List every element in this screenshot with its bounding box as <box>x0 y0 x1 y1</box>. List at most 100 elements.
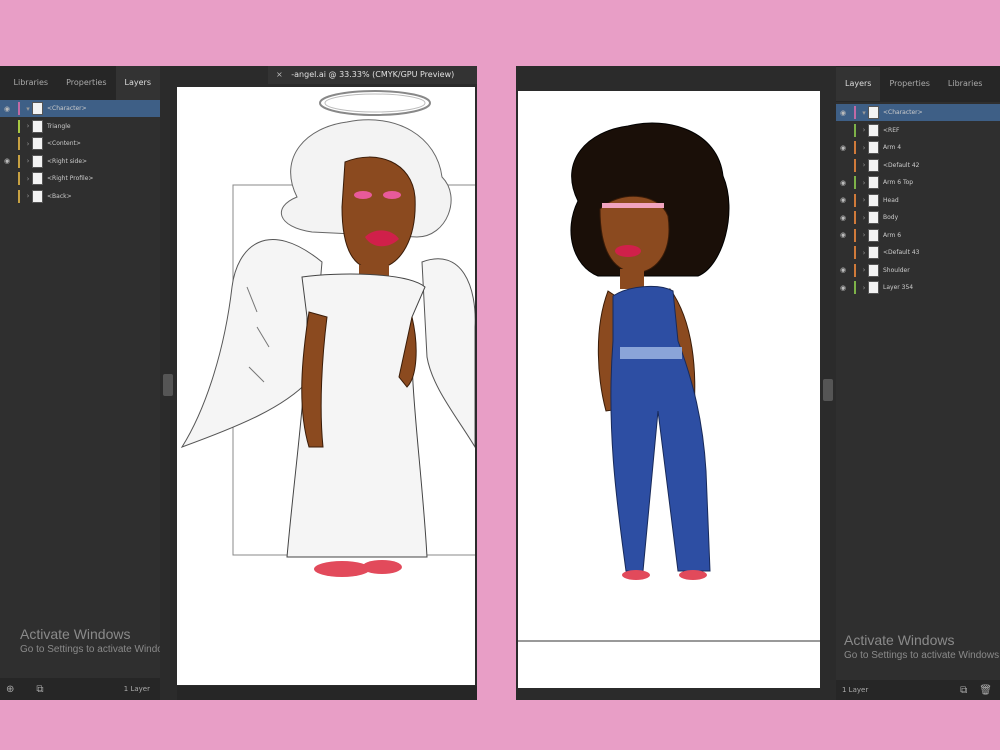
layer-row[interactable]: ◉ › Head <box>836 192 1000 209</box>
layer-thumbnail <box>32 172 43 185</box>
layer-name: <Right Profile> <box>47 175 94 182</box>
layer-row[interactable]: ◉ › <Right side> <box>0 153 160 170</box>
chevron-right-icon[interactable]: › <box>860 249 868 257</box>
eye-icon[interactable]: ◉ <box>836 266 850 274</box>
layer-row[interactable]: › Triangle <box>0 118 160 135</box>
chevron-right-icon[interactable]: › <box>860 196 868 204</box>
tab-properties[interactable]: Properties <box>57 66 115 100</box>
chevron-right-icon[interactable]: › <box>860 266 868 274</box>
layer-thumbnail <box>868 281 879 294</box>
chevron-down-icon[interactable]: ▾ <box>24 105 32 113</box>
layer-name: Shoulder <box>883 266 910 274</box>
eye-icon[interactable]: ◉ <box>836 214 850 222</box>
layer-row[interactable]: ◉ › Body <box>836 209 1000 226</box>
layer-thumbnail <box>868 158 879 172</box>
eye-icon[interactable]: ◉ <box>0 105 14 113</box>
trash-icon[interactable]: 🗑 <box>979 685 992 696</box>
left-panel-collapse-handle[interactable] <box>163 374 173 396</box>
left-app-window: Libraries Properties Layers ◉ ▾ <Character… <box>0 66 477 700</box>
eye-icon[interactable]: ◉ <box>0 157 14 165</box>
duplicate-icon[interactable]: ⧉ <box>36 684 43 695</box>
layer-color-swatch <box>18 119 20 133</box>
watermark-title: Activate Windows <box>20 626 131 642</box>
watermark-subtitle: Go to Settings to activate Windows. <box>20 644 160 655</box>
chevron-right-icon[interactable]: › <box>860 231 868 239</box>
chevron-right-icon[interactable]: › <box>860 161 868 169</box>
chevron-right-icon[interactable]: › <box>860 126 868 134</box>
layer-thumbnail <box>868 123 879 137</box>
layer-row[interactable]: ◉ › Arm 4 <box>836 139 1000 156</box>
tab-properties[interactable]: Properties <box>880 67 938 101</box>
layer-thumbnail <box>868 246 879 259</box>
left-layer-list: ◉ ▾ <Character> › Triangle › <Content> ◉ › <Right… <box>0 100 160 210</box>
chevron-right-icon[interactable]: › <box>24 192 32 200</box>
angel-character-drawing <box>180 90 477 577</box>
layer-row[interactable]: › <REF <box>836 122 1000 139</box>
layer-name: Arm 6 Top <box>883 179 914 186</box>
close-tab-icon[interactable]: × <box>276 70 283 79</box>
layers-count: 1 Layer <box>842 686 869 694</box>
layer-thumbnail <box>868 263 879 277</box>
eye-icon[interactable]: ◉ <box>836 284 850 292</box>
layer-row[interactable]: › <Default 42 <box>836 157 1000 174</box>
document-tab-title: -angel.ai @ 33.33% (CMYK/GPU Preview) <box>291 70 455 79</box>
left-canvas-hscrollbar[interactable] <box>177 686 477 700</box>
layer-row[interactable]: ◉ › Arm 6 <box>836 227 1000 244</box>
document-tab[interactable]: × -angel.ai @ 33.33% (CMYK/GPU Preview) <box>268 66 477 84</box>
eye-icon[interactable]: ◉ <box>836 179 850 187</box>
eye-icon[interactable]: ◉ <box>836 144 850 152</box>
chevron-right-icon[interactable]: › <box>24 175 32 183</box>
activate-windows-watermark: Activate Windows Go to Settings to activ… <box>20 626 160 655</box>
chevron-right-icon[interactable]: › <box>860 214 868 222</box>
new-layer-icon[interactable]: ⧉ <box>960 685 967 696</box>
right-panel-collapse-handle[interactable] <box>823 379 833 401</box>
chevron-right-icon[interactable]: › <box>24 157 32 165</box>
layer-color-swatch <box>18 137 20 150</box>
layer-color-swatch <box>854 123 856 137</box>
left-layers-panel: Libraries Properties Layers ◉ ▾ <Character… <box>0 66 160 700</box>
watermark-title: Activate Windows <box>844 632 955 648</box>
layer-color-swatch <box>854 246 856 259</box>
layer-row[interactable]: ◉ › Layer 354 <box>836 279 1000 296</box>
chevron-right-icon[interactable]: › <box>860 284 868 292</box>
right-layers-panel: Layers Properties Libraries ◉ ▾ <Character… <box>836 66 1000 700</box>
layer-name: <Default 43 <box>883 249 920 256</box>
woman-artboard[interactable] <box>518 91 820 688</box>
layer-row[interactable]: ◉ ▾ <Character> <box>0 100 160 117</box>
layer-row[interactable]: ◉ › Arm 6 Top <box>836 174 1000 191</box>
layer-color-swatch <box>854 228 856 242</box>
layer-row[interactable]: › <Content> <box>0 135 160 152</box>
layer-color-swatch <box>854 106 856 119</box>
eye-icon[interactable]: ◉ <box>836 109 850 117</box>
chevron-right-icon[interactable]: › <box>860 144 868 152</box>
chevron-right-icon[interactable]: › <box>24 122 32 130</box>
new-layer-icon[interactable]: ⊕ <box>6 684 14 695</box>
chevron-right-icon[interactable]: › <box>860 179 868 187</box>
right-layers-statusbar: 1 Layer ⧉ 🗑 <box>836 680 1000 700</box>
layer-row[interactable]: › <Right Profile> <box>0 170 160 187</box>
tab-layers[interactable]: Layers <box>115 66 160 100</box>
chevron-down-icon[interactable]: ▾ <box>860 109 868 117</box>
eye-icon[interactable]: ◉ <box>836 196 850 204</box>
layer-row[interactable]: ◉ ▾ <Character> <box>836 104 1000 121</box>
layer-color-swatch <box>18 189 20 203</box>
chevron-right-icon[interactable]: › <box>24 140 32 148</box>
eye-icon[interactable]: ◉ <box>836 231 850 239</box>
layer-name: Layer 354 <box>883 284 914 291</box>
layer-name: <Back> <box>47 192 72 200</box>
layer-name: Head <box>883 196 899 204</box>
tab-layers[interactable]: Layers <box>836 67 881 101</box>
layer-thumbnail <box>32 154 43 168</box>
layer-color-swatch <box>854 263 856 277</box>
layer-color-swatch <box>854 158 856 172</box>
layer-row[interactable]: › <Back> <box>0 188 160 205</box>
tab-libraries[interactable]: Libraries <box>5 66 58 100</box>
angel-artboard[interactable] <box>177 87 477 685</box>
layer-row[interactable]: › <Default 43 <box>836 244 1000 261</box>
layer-name: <Character> <box>47 105 87 112</box>
layer-row[interactable]: ◉ › Shoulder <box>836 262 1000 279</box>
activate-windows-watermark: Activate Windows Go to Settings to activ… <box>844 632 1000 661</box>
layer-name: <Character> <box>883 109 923 116</box>
watermark-subtitle: Go to Settings to activate Windows. <box>844 650 1000 661</box>
tab-libraries[interactable]: Libraries <box>939 67 992 101</box>
